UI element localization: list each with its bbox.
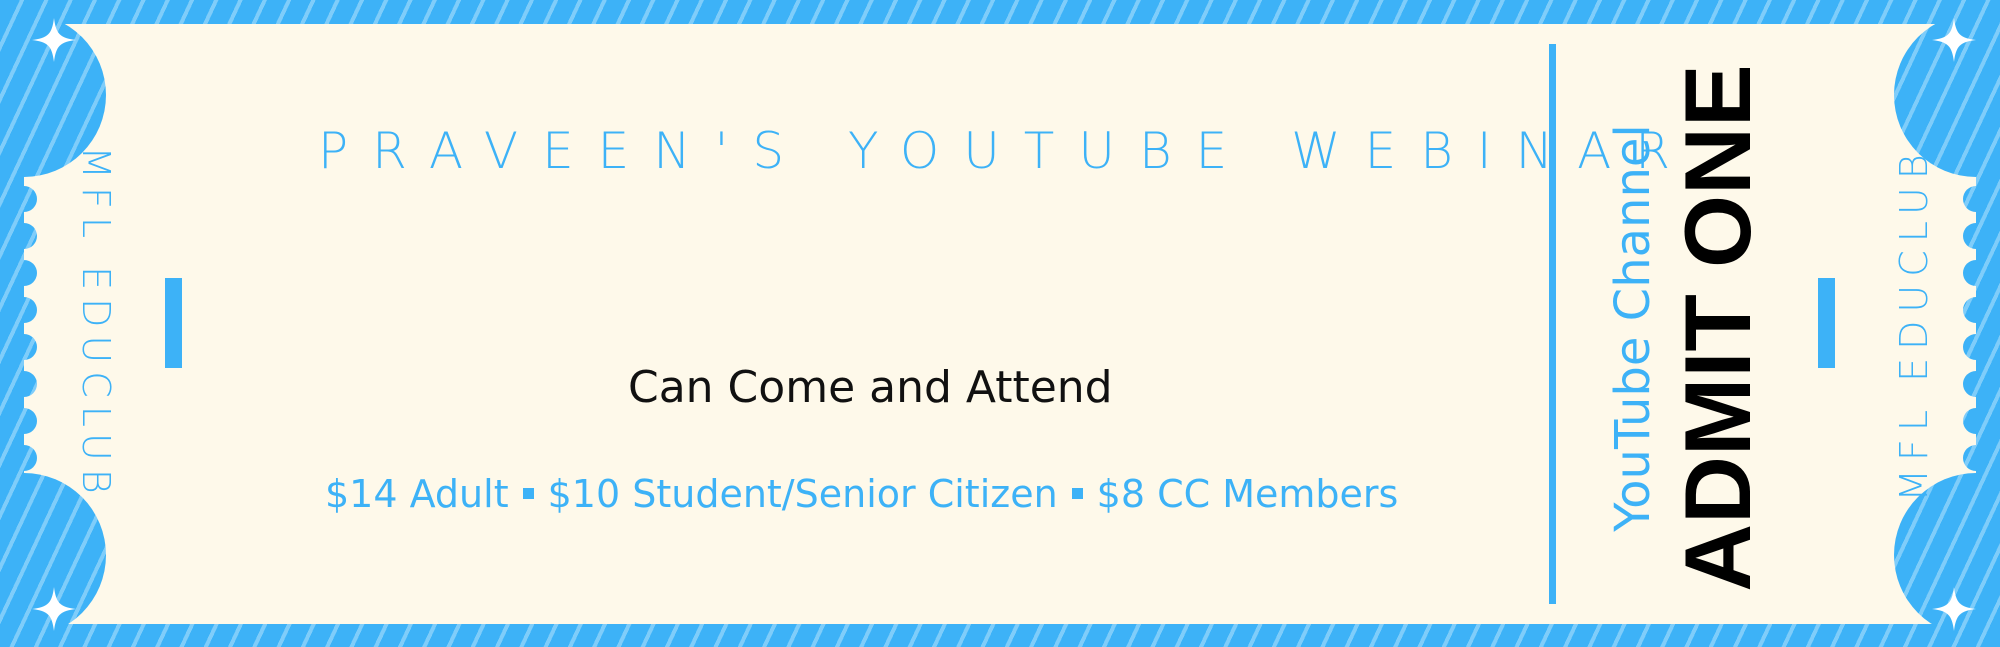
price-adult: $14 Adult [325, 472, 509, 516]
sparkle-icon [32, 587, 76, 631]
bullet-separator [1071, 488, 1083, 499]
price-student-senior: $10 Student/Senior Citizen [547, 472, 1058, 516]
sparkle-icon [32, 18, 76, 62]
ticket-canvas: MFL EDUCLUB PRAVEEN'S YOUTUBE WEBINAR Ca… [0, 0, 2000, 647]
side-label-left: MFL EDUCLUB [74, 146, 118, 502]
ticket-title: PRAVEEN'S YOUTUBE WEBINAR [318, 122, 1695, 180]
bullet-separator [522, 488, 534, 499]
accent-bar-left [165, 278, 182, 368]
accent-bar-right [1818, 278, 1835, 368]
side-label-right: MFL EDUCLUB [1892, 146, 1936, 502]
admit-one-label: ADMIT ONE [1665, 64, 1770, 592]
stub-channel-label: YouTube Channel [1605, 124, 1661, 532]
sparkle-icon [1932, 18, 1976, 62]
ticket-subtitle: Can Come and Attend [628, 362, 1113, 413]
price-cc-members: $8 CC Members [1096, 472, 1399, 516]
stub-divider [1549, 44, 1556, 604]
sparkle-icon [1932, 587, 1976, 631]
price-list: $14 Adult $10 Student/Senior Citizen $8 CC… [325, 472, 1398, 516]
